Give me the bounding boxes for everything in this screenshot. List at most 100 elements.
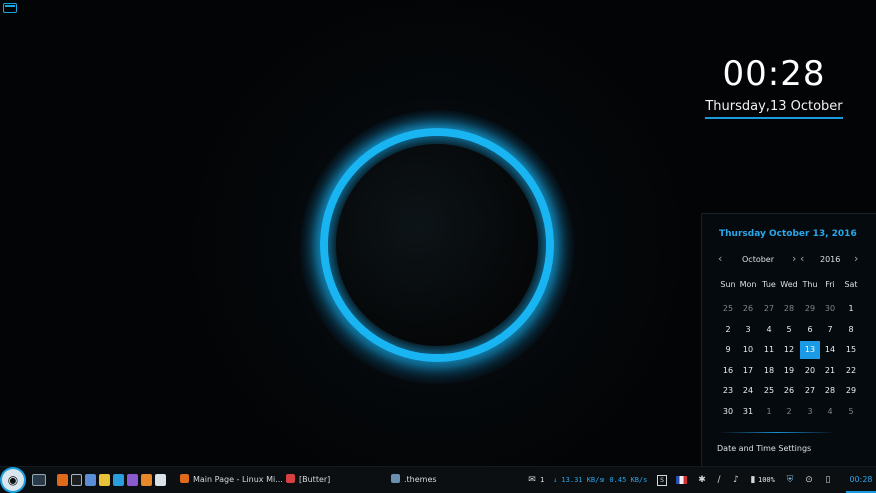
calendar-day[interactable]: 25 bbox=[759, 382, 779, 400]
prev-year-icon[interactable]: ‹ bbox=[800, 252, 804, 265]
calendar-separator bbox=[719, 432, 836, 433]
prev-month-icon[interactable]: ‹ bbox=[718, 252, 722, 265]
calendar-day[interactable]: 12 bbox=[779, 341, 799, 359]
calendar-day[interactable]: 20 bbox=[800, 362, 820, 380]
calendar-day[interactable]: 22 bbox=[841, 362, 861, 380]
firefox-icon bbox=[180, 474, 189, 483]
calendar-day[interactable]: 1 bbox=[841, 300, 861, 318]
date-time-settings-link[interactable]: Date and Time Settings bbox=[717, 444, 811, 453]
desktop: 00:28 Thursday,13 October Thursday Octob… bbox=[0, 0, 876, 466]
calendar-day[interactable]: 25 bbox=[718, 300, 738, 318]
calendar-day[interactable]: 1 bbox=[759, 403, 779, 421]
show-desktop-icon[interactable] bbox=[3, 3, 17, 13]
files-icon[interactable] bbox=[85, 474, 96, 486]
wifi-icon[interactable]: ⊙ bbox=[804, 474, 814, 486]
weekday-label: Thu bbox=[802, 280, 818, 289]
task-label: [Butter] bbox=[299, 475, 331, 484]
calendar-day[interactable]: 3 bbox=[738, 321, 758, 339]
calendar-day[interactable]: 27 bbox=[759, 300, 779, 318]
desktop-clock-time: 00:28 bbox=[722, 54, 826, 94]
weekday-label: Sat bbox=[844, 280, 858, 289]
music-player-icon[interactable]: ♪ bbox=[731, 474, 741, 486]
calendar-day[interactable]: 23 bbox=[718, 382, 738, 400]
desktop-clock-date: Thursday,13 October bbox=[705, 99, 843, 114]
next-month-icon[interactable]: › bbox=[792, 252, 796, 265]
weekday-label: Sun bbox=[720, 280, 736, 289]
next-year-icon[interactable]: › bbox=[854, 252, 858, 265]
firefox-icon[interactable] bbox=[57, 474, 68, 486]
calendar-day[interactable]: 4 bbox=[759, 321, 779, 339]
calendar-day[interactable]: 19 bbox=[779, 362, 799, 380]
desktop-clock-underline bbox=[705, 117, 843, 119]
calendar-day[interactable]: 13 bbox=[800, 341, 820, 360]
calendar-day[interactable]: 28 bbox=[779, 300, 799, 318]
color-picker-icon[interactable]: ∕ bbox=[714, 474, 724, 486]
calendar-day[interactable]: 26 bbox=[779, 382, 799, 400]
calendar-day[interactable]: 4 bbox=[820, 403, 840, 421]
terminal-icon[interactable] bbox=[71, 474, 82, 486]
task-button[interactable]: [Butter] bbox=[286, 473, 330, 487]
task-label: .themes bbox=[404, 475, 437, 484]
calendar-day[interactable]: 26 bbox=[738, 300, 758, 318]
headphones-icon[interactable] bbox=[127, 474, 138, 486]
phone-icon[interactable]: ▯ bbox=[823, 474, 833, 486]
calendar-day[interactable]: 18 bbox=[759, 362, 779, 380]
calendar-day[interactable]: 9 bbox=[718, 341, 738, 359]
calendar-month[interactable]: October bbox=[742, 255, 774, 264]
popcorn-icon bbox=[286, 474, 295, 483]
calendar-day[interactable]: 10 bbox=[738, 341, 758, 359]
notifications-count: 1 bbox=[540, 476, 545, 484]
folder-icon bbox=[391, 474, 400, 483]
calendar-day[interactable]: 31 bbox=[738, 403, 758, 421]
calendar-year[interactable]: 2016 bbox=[820, 255, 840, 264]
calendar-day[interactable]: 15 bbox=[841, 341, 861, 359]
taskbar-clock[interactable]: 00:28 bbox=[846, 467, 876, 493]
notifications-icon[interactable]: ✉ bbox=[527, 474, 537, 486]
start-menu-button[interactable]: ◉ bbox=[2, 469, 24, 491]
calendar-day[interactable]: 24 bbox=[738, 382, 758, 400]
wallpaper-ring-center bbox=[336, 144, 538, 346]
weekday-label: Tue bbox=[762, 280, 776, 289]
calendar-day[interactable]: 16 bbox=[718, 362, 738, 380]
image-viewer-icon[interactable] bbox=[99, 474, 110, 486]
writer-icon[interactable] bbox=[113, 474, 124, 486]
rss-icon[interactable] bbox=[141, 474, 152, 486]
net-upload-speed: ↑ 0.45 KB/s bbox=[601, 476, 648, 484]
document-icon[interactable] bbox=[155, 474, 166, 486]
calendar-day[interactable]: 29 bbox=[800, 300, 820, 318]
net-download-speed: ↓ 13.31 KB/s bbox=[553, 476, 604, 484]
calendar-day[interactable]: 3 bbox=[800, 403, 820, 421]
calendar-day[interactable]: 30 bbox=[718, 403, 738, 421]
calendar-day[interactable]: 5 bbox=[779, 321, 799, 339]
calendar-day[interactable]: 2 bbox=[779, 403, 799, 421]
show-desktop-icon[interactable] bbox=[32, 474, 46, 486]
calendar-day[interactable]: 7 bbox=[820, 321, 840, 339]
taskbar: ◉ Main Page - Linux Mi... [Butter] .them… bbox=[0, 466, 876, 493]
calendar-day[interactable]: 28 bbox=[820, 382, 840, 400]
task-button[interactable]: .themes bbox=[391, 473, 437, 487]
calendar-day[interactable]: 8 bbox=[841, 321, 861, 339]
clipboard-icon[interactable]: S bbox=[657, 475, 667, 486]
calendar-day[interactable]: 6 bbox=[800, 321, 820, 339]
battery-level: 100% bbox=[758, 476, 775, 484]
calendar-day[interactable]: 29 bbox=[841, 382, 861, 400]
battery-icon[interactable]: ▮ bbox=[748, 474, 758, 486]
calendar-popup: Thursday October 13, 2016 ‹ October › ‹ … bbox=[701, 213, 876, 466]
weekday-label: Mon bbox=[739, 280, 757, 289]
calendar-day[interactable]: 17 bbox=[738, 362, 758, 380]
calendar-day[interactable]: 21 bbox=[820, 362, 840, 380]
calendar-full-date: Thursday October 13, 2016 bbox=[719, 229, 857, 239]
task-label: Main Page - Linux Mi... bbox=[193, 475, 283, 484]
task-button[interactable]: Main Page - Linux Mi... bbox=[180, 473, 283, 487]
calendar-day[interactable]: 2 bbox=[718, 321, 738, 339]
calendar-day[interactable]: 27 bbox=[800, 382, 820, 400]
bluetooth-icon[interactable]: ✱ bbox=[697, 474, 707, 486]
calendar-day[interactable]: 14 bbox=[820, 341, 840, 359]
calendar-day[interactable]: 5 bbox=[841, 403, 861, 421]
calendar-day[interactable]: 30 bbox=[820, 300, 840, 318]
weekday-label: Wed bbox=[780, 280, 798, 289]
calendar-day[interactable]: 11 bbox=[759, 341, 779, 359]
shield-icon[interactable]: ⛨ bbox=[785, 474, 795, 486]
weekday-label: Fri bbox=[825, 280, 835, 289]
keyboard-layout-flag-icon[interactable] bbox=[676, 476, 687, 484]
